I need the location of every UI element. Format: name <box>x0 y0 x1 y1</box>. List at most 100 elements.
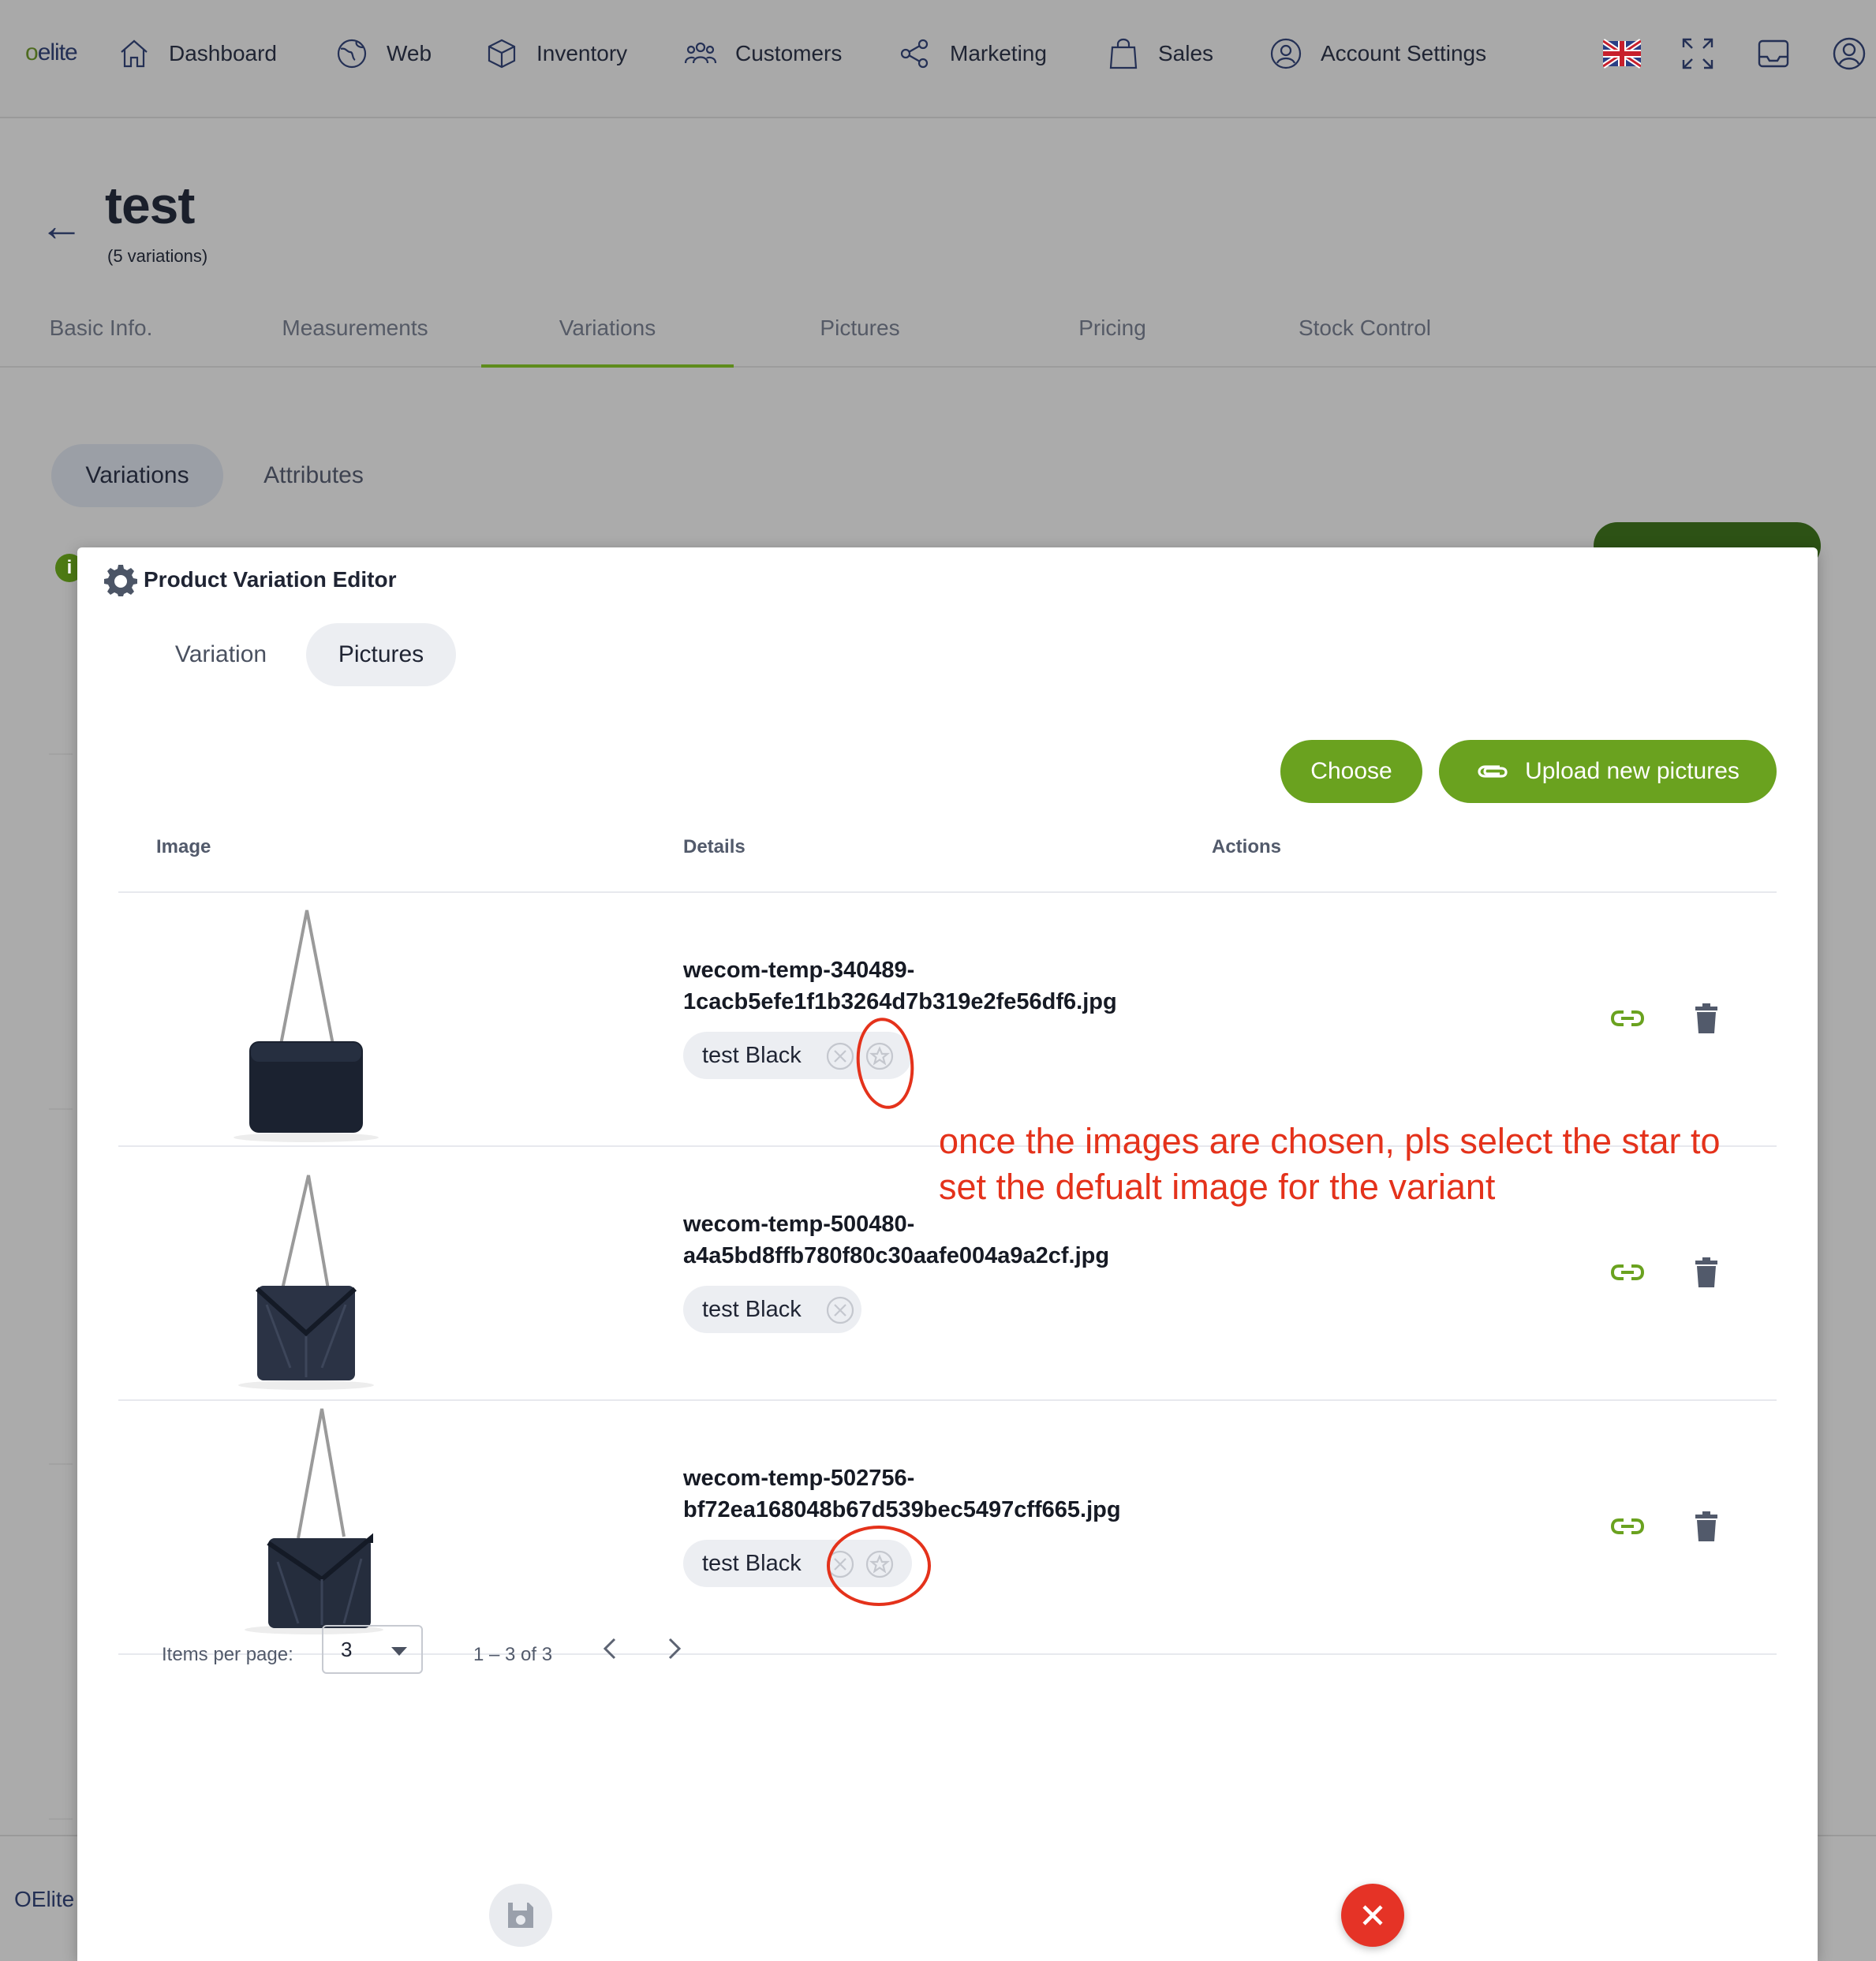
picture-filename: wecom-temp-502756- bf72ea168048b67d539be… <box>683 1466 1121 1522</box>
delete-picture-button[interactable] <box>1688 1254 1725 1291</box>
items-per-page-value: 3 <box>341 1638 353 1661</box>
nav-sales[interactable]: Sales <box>1106 32 1213 76</box>
nav-label: Inventory <box>536 41 628 65</box>
product-thumbnail[interactable] <box>211 1404 409 1649</box>
profile-button[interactable] <box>1830 35 1868 73</box>
language-switcher[interactable] <box>1601 35 1642 73</box>
home-icon <box>121 39 148 68</box>
nav-web[interactable]: Web <box>334 32 432 76</box>
fullscreen-icon <box>1682 38 1713 69</box>
main-tabs: Basic Info. Measurements Variations Pict… <box>0 314 1876 368</box>
trash-icon <box>1695 1003 1717 1033</box>
tab-stock-control[interactable]: Stock Control <box>1239 314 1491 368</box>
back-arrow-icon[interactable]: ← <box>39 204 84 248</box>
chip-label: test Black <box>702 1042 802 1068</box>
subtab-variations[interactable]: Variations <box>51 444 223 507</box>
profile-icon <box>1833 37 1866 70</box>
product-variation-editor-dialog: Product Variation Editor Variation Pictu… <box>77 547 1818 1961</box>
delete-picture-button[interactable] <box>1688 1000 1725 1037</box>
table-divider <box>118 1399 1777 1401</box>
background-divider <box>49 753 73 755</box>
top-navigation-bar: oelite Dashboard Web Inventory Customers… <box>0 0 1876 118</box>
tab-pricing[interactable]: Pricing <box>986 314 1239 368</box>
link-icon <box>1610 1518 1645 1534</box>
dialog-title: Product Variation Editor <box>104 563 396 596</box>
trash-icon <box>1695 1511 1717 1541</box>
nav-dashboard[interactable]: Dashboard <box>117 32 277 76</box>
app-logo[interactable]: oelite <box>25 39 78 66</box>
upload-button-label: Upload new pictures <box>1525 758 1740 784</box>
save-button[interactable] <box>489 1884 552 1947</box>
table-divider <box>118 891 1777 893</box>
nav-label: Account Settings <box>1321 41 1487 65</box>
nav-account-settings[interactable]: Account Settings <box>1269 32 1486 76</box>
inbox-button[interactable] <box>1755 35 1792 73</box>
variant-chip[interactable]: test Black <box>683 1286 861 1333</box>
background-divider <box>49 1463 73 1465</box>
dialog-tab-pictures[interactable]: Pictures <box>306 623 456 686</box>
chip-label: test Black <box>702 1550 802 1576</box>
annotation-circle <box>827 1526 931 1606</box>
caret-down-icon <box>391 1647 407 1656</box>
link-picture-button[interactable] <box>1609 1508 1646 1545</box>
column-header-actions: Actions <box>1212 836 1282 857</box>
picture-filename: wecom-temp-340489- 1cacb5efe1f1b3264d7b3… <box>683 958 1117 1014</box>
trash-icon <box>1695 1257 1717 1287</box>
picture-filename: wecom-temp-500480- a4a5bd8ffb780f80c30aa… <box>683 1212 1110 1268</box>
pagination-range: 1 – 3 of 3 <box>473 1644 553 1665</box>
nav-marketing[interactable]: Marketing <box>898 32 1047 76</box>
chevron-right-icon <box>668 1638 682 1660</box>
product-thumbnail[interactable] <box>211 902 401 1147</box>
user-circle-icon <box>1270 38 1302 69</box>
page-title: test <box>105 176 195 234</box>
link-icon <box>1610 1264 1645 1280</box>
fullscreen-button[interactable] <box>1679 35 1717 73</box>
tab-basic-info[interactable]: Basic Info. <box>0 314 227 368</box>
tab-measurements[interactable]: Measurements <box>229 314 481 368</box>
chip-label: test Black <box>702 1296 802 1322</box>
inbox-icon <box>1758 39 1789 68</box>
background-divider <box>49 1108 73 1110</box>
previous-page-button[interactable] <box>595 1633 626 1664</box>
next-page-button[interactable] <box>658 1633 689 1664</box>
close-icon <box>1362 1905 1383 1926</box>
nav-label: Web <box>387 41 432 65</box>
nav-label: Marketing <box>950 41 1047 65</box>
annotation-text: once the images are chosen, pls select t… <box>939 1121 1721 1207</box>
close-dialog-button[interactable] <box>1341 1884 1404 1947</box>
background-divider <box>49 1818 73 1820</box>
link-picture-button[interactable] <box>1609 1254 1646 1291</box>
items-per-page-label: Items per page: <box>162 1644 293 1665</box>
remove-chip-icon[interactable] <box>825 1041 855 1071</box>
delete-picture-button[interactable] <box>1688 1508 1725 1545</box>
tab-pictures[interactable]: Pictures <box>734 314 986 368</box>
uk-flag-icon <box>1601 39 1642 69</box>
nav-label: Sales <box>1158 41 1214 65</box>
globe-icon <box>337 39 367 69</box>
annotation-circle <box>852 1014 918 1112</box>
page-subtitle: (5 variations) <box>107 246 208 266</box>
chevron-left-icon <box>603 1638 616 1660</box>
nav-inventory[interactable]: Inventory <box>484 32 627 76</box>
link-icon <box>1610 1010 1645 1026</box>
shopping-bag-icon <box>1109 38 1138 69</box>
gear-icon <box>104 565 137 596</box>
subtab-attributes[interactable]: Attributes <box>237 444 391 507</box>
nav-label: Customers <box>735 41 843 65</box>
floppy-disk-icon <box>508 1903 533 1928</box>
nav-customers[interactable]: Customers <box>683 32 842 76</box>
box-icon <box>488 39 516 69</box>
tab-variations[interactable]: Variations <box>481 314 734 368</box>
dialog-tab-variation[interactable]: Variation <box>150 623 292 686</box>
choose-button-label: Choose <box>1310 758 1392 784</box>
footer-brand: OElite <box>14 1887 75 1911</box>
users-icon <box>684 42 717 64</box>
items-per-page-select[interactable]: 3 <box>322 1625 423 1674</box>
product-thumbnail[interactable] <box>211 1171 401 1399</box>
upload-new-pictures-button[interactable]: Upload new pictures <box>1439 740 1777 803</box>
remove-chip-icon[interactable] <box>825 1295 855 1325</box>
choose-button[interactable]: Choose <box>1280 740 1422 803</box>
share-icon <box>900 39 929 69</box>
dialog-title-text: Product Variation Editor <box>144 567 397 592</box>
link-picture-button[interactable] <box>1609 1000 1646 1037</box>
